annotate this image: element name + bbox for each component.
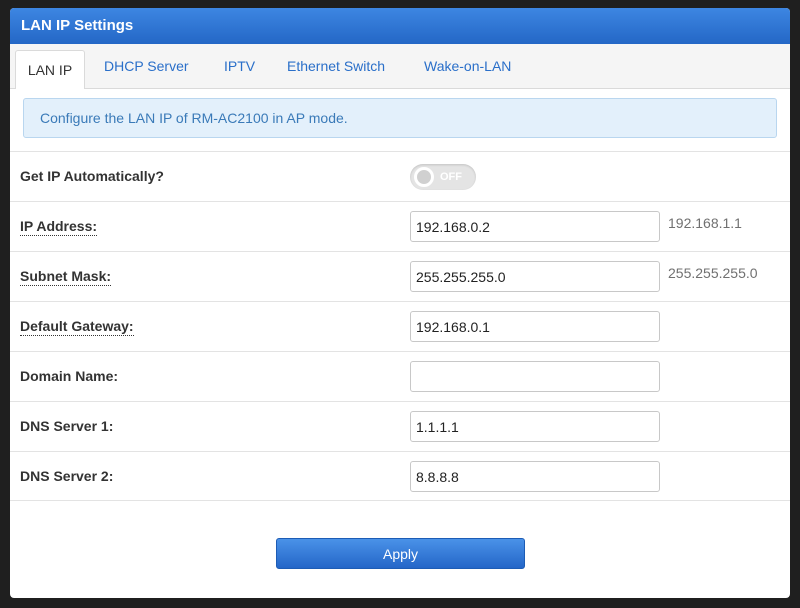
ip-address-label-text: IP Address: <box>20 218 98 236</box>
row-domain-name: Domain Name: <box>10 351 790 401</box>
subnet-mask-hint: 255.255.255.0 <box>668 265 758 281</box>
auto-ip-toggle[interactable]: OFF <box>410 164 476 190</box>
subnet-mask-label: Subnet Mask: <box>20 252 112 301</box>
tab-wake-on-lan[interactable]: Wake-on-LAN <box>424 44 511 88</box>
tab-dhcp-server[interactable]: DHCP Server <box>104 44 189 88</box>
settings-form: Get IP Automatically? OFF IP Address: 19… <box>10 151 790 501</box>
row-dns-server-1: DNS Server 1: <box>10 401 790 451</box>
toggle-state-text: OFF <box>440 171 462 183</box>
apply-button[interactable]: Apply <box>276 538 525 569</box>
ip-address-label: IP Address: <box>20 202 98 251</box>
default-gateway-label: Default Gateway: <box>20 302 134 351</box>
dns-server-2-input[interactable] <box>410 461 660 492</box>
tab-lan-ip[interactable]: LAN IP <box>15 50 85 89</box>
info-banner: Configure the LAN IP of RM-AC2100 in AP … <box>23 98 777 138</box>
tab-iptv[interactable]: IPTV <box>224 44 255 88</box>
dns-server-1-label: DNS Server 1: <box>20 418 114 434</box>
row-default-gateway: Default Gateway: <box>10 301 790 351</box>
row-subnet-mask: Subnet Mask: 255.255.255.0 <box>10 251 790 301</box>
panel-title: LAN IP Settings <box>10 8 790 44</box>
domain-name-input[interactable] <box>410 361 660 392</box>
ip-address-hint: 192.168.1.1 <box>668 215 742 231</box>
row-auto-ip: Get IP Automatically? OFF <box>10 151 790 201</box>
default-gateway-label-text: Default Gateway: <box>20 318 134 336</box>
domain-name-label: Domain Name: <box>20 368 119 384</box>
ip-address-input[interactable] <box>410 211 660 242</box>
default-gateway-input[interactable] <box>410 311 660 342</box>
toggle-knob-icon <box>414 167 434 187</box>
row-dns-server-2: DNS Server 2: <box>10 451 790 501</box>
tab-ethernet-switch[interactable]: Ethernet Switch <box>287 44 385 88</box>
row-ip-address: IP Address: 192.168.1.1 <box>10 201 790 251</box>
auto-ip-label: Get IP Automatically? <box>20 168 164 184</box>
subnet-mask-input[interactable] <box>410 261 660 292</box>
subnet-mask-label-text: Subnet Mask: <box>20 268 112 286</box>
dns-server-2-label: DNS Server 2: <box>20 468 114 484</box>
lan-ip-settings-panel: LAN IP Settings LAN IP DHCP Server IPTV … <box>10 8 790 598</box>
tab-bar: LAN IP DHCP Server IPTV Ethernet Switch … <box>10 44 790 89</box>
dns-server-1-input[interactable] <box>410 411 660 442</box>
